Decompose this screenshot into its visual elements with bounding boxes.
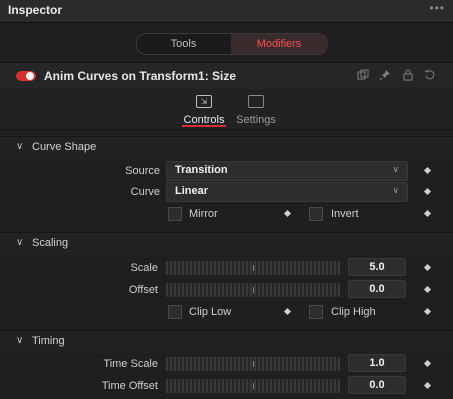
modifier-header: Anim Curves on Transform1: Size (0, 62, 453, 90)
tab-settings[interactable]: Settings (226, 95, 286, 129)
pin-icon[interactable] (379, 69, 391, 84)
active-tab-underline (182, 125, 226, 127)
time-offset-value-field[interactable]: 0.0 (348, 376, 406, 394)
invert-checkbox[interactable] (309, 207, 323, 221)
offset-value-field[interactable]: 0.0 (348, 280, 406, 298)
keyframe-diamond-icon[interactable] (423, 307, 432, 316)
keyframe-diamond-icon[interactable] (423, 209, 432, 218)
modifiers-tab[interactable]: Modifiers (231, 34, 327, 54)
inspector-titlebar: Inspector ••• (0, 0, 453, 23)
section-scaling[interactable]: ∨ Scaling (0, 232, 453, 255)
time-scale-label: Time Scale (103, 358, 158, 370)
reset-icon[interactable] (424, 69, 436, 84)
curve-value: Linear (175, 185, 209, 197)
curve-label: Curve (130, 186, 160, 198)
tools-modifiers-toggle[interactable]: Tools Modifiers (136, 33, 328, 55)
keyframe-diamond-icon[interactable] (423, 381, 432, 390)
tools-tab[interactable]: Tools (137, 34, 230, 54)
section-timing[interactable]: ∨ Timing (0, 330, 453, 353)
chevron-down-icon: ∨ (392, 185, 399, 195)
section-label: Scaling (32, 237, 69, 249)
clip-low-checkbox[interactable] (168, 305, 182, 319)
scale-slider[interactable] (166, 261, 340, 275)
chevron-down-icon: ∨ (392, 164, 399, 174)
panel-tabs: ⇲ Controls Settings (0, 89, 453, 130)
section-curve-shape[interactable]: ∨ Curve Shape (0, 136, 453, 159)
section-label: Curve Shape (32, 141, 97, 153)
time-offset-slider[interactable] (166, 379, 340, 393)
offset-slider[interactable] (166, 283, 340, 297)
source-value: Transition (175, 164, 228, 176)
keyframe-diamond-icon[interactable] (423, 285, 432, 294)
keyframe-diamond-icon[interactable] (283, 307, 292, 316)
time-scale-slider[interactable] (166, 357, 340, 371)
clip-low-label: Clip Low (189, 306, 232, 318)
keyframe-diamond-icon[interactable] (423, 187, 432, 196)
mirror-label: Mirror (189, 208, 218, 220)
offset-label: Offset (128, 284, 158, 296)
source-label: Source (125, 165, 160, 177)
controls-tab-icon: ⇲ (196, 95, 212, 108)
modifier-name: Anim Curves on Transform1: Size (44, 69, 237, 83)
keyframe-diamond-icon[interactable] (283, 209, 292, 218)
enable-toggle[interactable] (16, 71, 36, 81)
slider-center-marker (253, 287, 254, 293)
chevron-down-icon: ∨ (16, 141, 24, 152)
tab-settings-label: Settings (236, 114, 276, 126)
keyframe-diamond-icon[interactable] (423, 263, 432, 272)
settings-tab-icon (248, 95, 264, 108)
clip-high-checkbox[interactable] (309, 305, 323, 319)
scale-value-field[interactable]: 5.0 (348, 258, 406, 276)
invert-label: Invert (331, 208, 359, 220)
modifiers-label: Modifiers (256, 38, 302, 50)
section-label: Timing (32, 335, 65, 347)
slider-center-marker (253, 383, 254, 389)
time-scale-value-field[interactable]: 1.0 (348, 354, 406, 372)
keyframe-diamond-icon[interactable] (423, 359, 432, 368)
scale-label: Scale (130, 262, 158, 274)
slider-center-marker (253, 361, 254, 367)
mirror-checkbox[interactable] (168, 207, 182, 221)
options-menu-icon[interactable]: ••• (429, 1, 445, 15)
chevron-down-icon: ∨ (16, 335, 24, 346)
window-title: Inspector (8, 3, 63, 17)
lock-icon[interactable] (402, 69, 414, 84)
curve-dropdown[interactable]: Linear ∨ (166, 182, 408, 202)
source-dropdown[interactable]: Transition ∨ (166, 161, 408, 181)
clip-high-label: Clip High (331, 306, 376, 318)
slider-center-marker (253, 265, 254, 271)
copy-icon[interactable] (357, 69, 369, 84)
chevron-down-icon: ∨ (16, 237, 24, 248)
keyframe-diamond-icon[interactable] (423, 166, 432, 175)
time-offset-label: Time Offset (101, 380, 158, 392)
tab-controls[interactable]: ⇲ Controls (174, 95, 234, 129)
